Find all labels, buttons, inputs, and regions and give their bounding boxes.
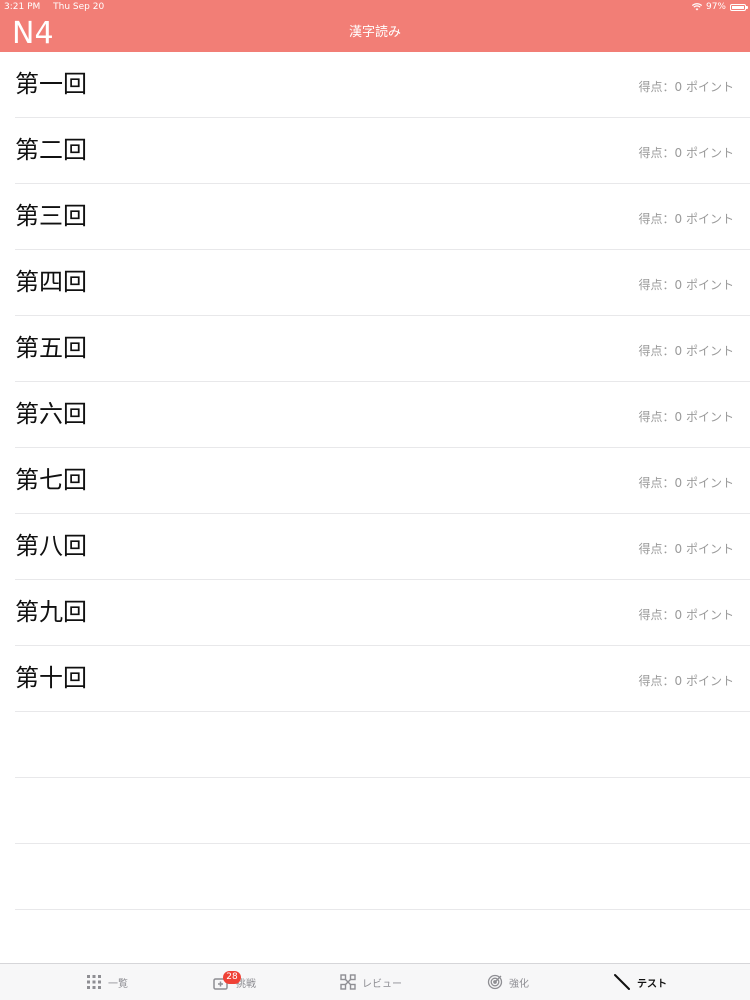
target-icon [487,974,503,990]
tab-review[interactable]: レビュー [340,964,402,1000]
tab-strengthen[interactable]: 強化 [487,964,529,1000]
battery-fill [732,5,744,9]
list-item[interactable]: 第一回 得点：0 ポイント [15,52,750,118]
test-title: 第三回 [15,202,87,230]
test-score: 得点：0 ポイント [638,212,734,226]
test-title: 第九回 [15,598,87,626]
status-bar: 3:21 PM Thu Sep 20 97% [0,0,750,14]
test-title: 第六回 [15,400,87,428]
list-item[interactable]: 第六回 得点：0 ポイント [15,382,750,448]
test-score: 得点：0 ポイント [638,146,734,160]
test-score: 得点：0 ポイント [638,410,734,424]
list-item[interactable]: 第二回 得点：0 ポイント [15,118,750,184]
status-right: 97% [691,0,748,14]
test-list: 第一回 得点：0 ポイント 第二回 得点：0 ポイント 第三回 得点：0 ポイン… [0,52,750,910]
pencil-icon [614,974,630,990]
test-score: 得点：0 ポイント [638,608,734,622]
list-item[interactable]: 第七回 得点：0 ポイント [15,448,750,514]
empty-row [15,712,750,778]
list-item[interactable]: 第九回 得点：0 ポイント [15,580,750,646]
list-item[interactable]: 第三回 得点：0 ポイント [15,184,750,250]
test-title: 第八回 [15,532,87,560]
test-title: 第五回 [15,334,87,362]
challenge-badge: 28 [223,971,241,984]
list-item[interactable]: 第十回 得点：0 ポイント [15,646,750,712]
list-item[interactable]: 第五回 得点：0 ポイント [15,316,750,382]
test-score: 得点：0 ポイント [638,476,734,490]
nav-title: 漢字読み [348,25,401,40]
test-title: 第二回 [15,136,87,164]
test-title: 第四回 [15,268,87,296]
wifi-icon [691,3,702,11]
battery-percent: 97% [705,2,726,12]
test-score: 得点：0 ポイント [638,542,734,556]
tab-label: レビュー [362,978,402,990]
test-score: 得点：0 ポイント [638,674,734,688]
tab-label: 一覧 [108,978,128,990]
tab-test[interactable]: テスト [613,964,667,1000]
review-icon [340,974,356,990]
screen: 3:21 PM Thu Sep 20 97% N4 漢字読み 第一回 得点：0 … [0,0,750,1000]
test-score: 得点：0 ポイント [638,278,734,292]
status-left: 3:21 PM Thu Sep 20 [4,0,114,14]
list-item[interactable]: 第四回 得点：0 ポイント [15,250,750,316]
tab-list[interactable]: 一覧 [86,964,128,1000]
nav-bar: N4 漢字読み [0,14,750,52]
test-score: 得点：0 ポイント [638,80,734,94]
grid-icon [87,975,101,989]
battery-icon [730,3,748,11]
challenge-icon-wrap: 28 [212,971,241,991]
empty-row [15,778,750,844]
test-title: 第一回 [15,70,87,98]
status-date: Thu Sep 20 [53,2,105,12]
status-time: 3:21 PM [4,2,41,12]
test-title: 第七回 [15,466,87,494]
test-title: 第十回 [15,664,87,692]
tab-label: 強化 [509,978,529,990]
tab-bar: 一覧 28 挑戦 レビュー 強化 テスト [0,963,750,1000]
tab-label: テスト [637,978,667,990]
empty-row [15,844,750,910]
list-item[interactable]: 第八回 得点：0 ポイント [15,514,750,580]
tab-challenge[interactable]: 28 挑戦 [212,964,256,1000]
test-score: 得点：0 ポイント [638,344,734,358]
